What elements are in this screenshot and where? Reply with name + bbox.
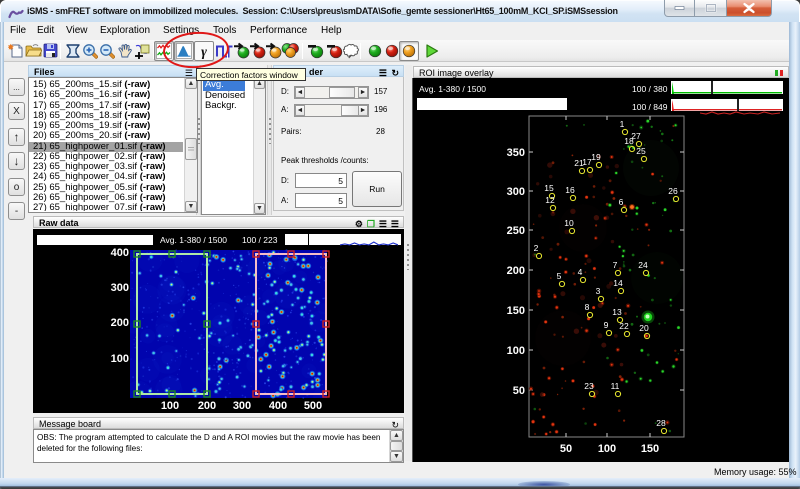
svg-text:200: 200: [198, 400, 216, 411]
svg-text:100: 100: [598, 443, 616, 455]
svg-text:24: 24: [638, 260, 648, 270]
svg-text:11: 11: [611, 381, 620, 391]
svg-text:14: 14: [613, 278, 623, 288]
svg-text:100: 100: [507, 345, 525, 357]
svg-text:50: 50: [513, 385, 525, 397]
svg-text:100: 100: [161, 400, 179, 411]
svg-text:2: 2: [534, 243, 539, 253]
svg-text:22: 22: [619, 321, 629, 331]
svg-text:350: 350: [507, 147, 525, 159]
svg-text:13: 13: [612, 307, 622, 317]
svg-text:16: 16: [565, 185, 575, 195]
svg-text:10: 10: [564, 218, 574, 228]
svg-text:150: 150: [641, 443, 659, 455]
svg-text:12: 12: [545, 195, 555, 205]
svg-text:4: 4: [578, 267, 583, 277]
svg-text:1: 1: [620, 119, 625, 129]
svg-text:21: 21: [574, 158, 584, 168]
svg-text:7: 7: [613, 260, 618, 270]
svg-text:50: 50: [560, 443, 572, 455]
svg-text:250: 250: [507, 225, 525, 237]
svg-text:8: 8: [585, 302, 590, 312]
svg-text:5: 5: [557, 271, 562, 281]
svg-text:6: 6: [619, 197, 624, 207]
svg-text:200: 200: [111, 317, 129, 329]
svg-text:3: 3: [596, 286, 601, 296]
svg-text:300: 300: [507, 186, 525, 198]
svg-text:18: 18: [624, 136, 634, 146]
svg-text:500: 500: [304, 400, 322, 411]
svg-text:25: 25: [636, 146, 646, 156]
svg-text:20: 20: [639, 323, 649, 333]
svg-text:200: 200: [507, 265, 525, 277]
svg-text:26: 26: [668, 186, 678, 196]
svg-text:150: 150: [507, 305, 525, 317]
svg-text:19: 19: [591, 152, 601, 162]
svg-text:23: 23: [584, 381, 594, 391]
svg-text:400: 400: [111, 247, 129, 259]
svg-text:9: 9: [604, 320, 609, 330]
svg-text:400: 400: [269, 400, 287, 411]
svg-text:15: 15: [544, 183, 554, 193]
svg-text:100: 100: [111, 353, 129, 365]
svg-text:28: 28: [656, 418, 666, 428]
svg-text:300: 300: [233, 400, 251, 411]
svg-text:300: 300: [111, 282, 129, 294]
